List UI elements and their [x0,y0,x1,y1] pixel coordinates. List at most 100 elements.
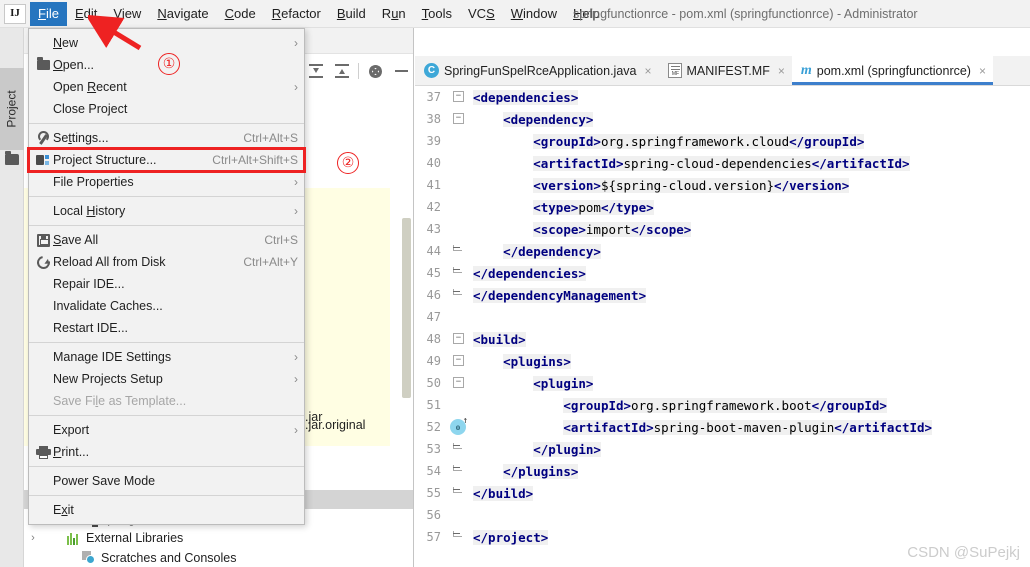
menu-item-save-all[interactable]: Save All Ctrl+S [29,229,304,251]
menu-item-power-save-mode[interactable]: Power Save Mode [29,470,304,492]
close-icon[interactable]: × [778,64,785,78]
editor-gutter[interactable]: − [445,372,473,394]
menu-bar-item-file[interactable]: File [30,1,67,26]
editor-gutter[interactable]: − [445,350,473,372]
menu-item-new[interactable]: New › [29,32,304,54]
tool-window-button-project[interactable]: Project [0,68,24,150]
editor-gutter[interactable]: − [445,108,473,130]
line-number: 48 [426,332,441,346]
project-scrollbar[interactable] [402,218,411,398]
editor-tab-manifest[interactable]: MANIFEST.MF × [658,56,792,85]
left-tool-stripe: Project [0,28,24,567]
editor-gutter[interactable] [445,306,473,328]
close-icon[interactable]: × [644,64,651,78]
menu-item-export[interactable]: Export › [29,419,304,441]
line-number: 41 [426,178,441,192]
menu-icon-placeholder [33,347,53,367]
editor-gutter[interactable] [445,460,473,482]
menu-item-settings[interactable]: Settings... Ctrl+Alt+S [29,127,304,149]
menu-bar-item-edit[interactable]: Edit [67,2,105,26]
menu-item-label: Print... [53,445,90,459]
menu-item-shortcut: Ctrl+Alt+S [243,131,298,145]
fold-collapse-icon[interactable]: − [453,91,464,102]
code-line-text: <build> [473,331,526,347]
collapse-all-icon[interactable] [329,58,355,84]
editor-gutter[interactable] [445,174,473,196]
code-line: 46 </dependencyManagement> [415,284,1030,306]
menu-item-restart-ide[interactable]: Restart IDE... [29,317,304,339]
tree-node-external-libraries[interactable]: › External Libraries [24,528,413,547]
chevron-right-icon: › [294,423,298,437]
menu-item-print[interactable]: Print... [29,441,304,463]
editor-tab-springfunspelrceapplication[interactable]: SpringFunSpelRceApplication.java × [415,56,659,85]
editor-gutter[interactable] [445,504,473,526]
line-number: 40 [426,156,441,170]
gear-icon[interactable] [362,58,388,84]
menu-item-manage-ide-settings[interactable]: Manage IDE Settings › [29,346,304,368]
menu-item-local-history[interactable]: Local History › [29,200,304,222]
menu-bar-item-refactor[interactable]: Refactor [264,2,329,26]
menu-separator [29,196,304,197]
editor-gutter[interactable] [445,284,473,306]
code-line-text: <scope>import</scope> [533,221,692,237]
editor-gutter[interactable] [445,152,473,174]
fold-end-icon[interactable] [453,443,462,449]
fold-collapse-icon[interactable]: − [453,355,464,366]
editor-gutter[interactable] [445,482,473,504]
code-line-text: </dependency> [503,243,601,259]
menu-bar-item-tools[interactable]: Tools [414,2,460,26]
editor-gutter[interactable] [445,196,473,218]
fold-end-icon[interactable] [453,289,462,295]
chevron-right-icon[interactable]: › [27,532,39,544]
menu-bar-item-vcs[interactable]: VCS [460,2,503,26]
menu-bar-item-window[interactable]: Window [503,2,565,26]
editor-gutter[interactable] [445,262,473,284]
editor-gutter[interactable]: o [445,416,473,438]
fold-collapse-icon[interactable]: − [453,377,464,388]
fold-collapse-icon[interactable]: − [453,113,464,124]
editor-gutter[interactable] [445,526,473,548]
fold-end-icon[interactable] [453,465,462,471]
code-line: 42 <type>pom</type> [415,196,1030,218]
menu-bar-item-view[interactable]: View [105,2,149,26]
menu-bar-item-run[interactable]: Run [374,2,414,26]
fold-end-icon[interactable] [453,487,462,493]
fold-end-icon[interactable] [453,531,462,537]
wrench-icon [33,128,53,148]
menu-bar-item-build[interactable]: Build [329,2,374,26]
menu-item-file-properties[interactable]: File Properties › [29,171,304,193]
editor-gutter[interactable]: − [445,328,473,350]
editor-gutter[interactable] [445,218,473,240]
menu-item-shortcut: Ctrl+Alt+Y [243,255,298,269]
menu-item-exit[interactable]: Exit [29,499,304,521]
editor-gutter[interactable] [445,130,473,152]
tree-node-scratches-and-consoles[interactable]: Scratches and Consoles [24,548,413,567]
editor-tab-pom[interactable]: m pom.xml (springfunctionrce) × [791,56,994,85]
tree-node-label: External Libraries [86,530,184,545]
editor-gutter[interactable] [445,394,473,416]
editor-gutter[interactable] [445,240,473,262]
menu-bar-item-code[interactable]: Code [217,2,264,26]
code-editor[interactable]: 37− <dependencies> 38− <dependency> 39 <gro… [415,86,1030,567]
menu-item-new-projects-setup[interactable]: New Projects Setup › [29,368,304,390]
editor-tab-strip: SpringFunSpelRceApplication.java×MANIFES… [415,56,1030,86]
menu-bar-item-navigate[interactable]: Navigate [149,2,216,26]
menu-item-reload-all-from-disk[interactable]: Reload All from Disk Ctrl+Alt+Y [29,251,304,273]
menu-item-repair-ide[interactable]: Repair IDE... [29,273,304,295]
folder-icon [33,55,53,75]
fold-end-icon[interactable] [453,245,462,251]
run-gutter-icon[interactable]: o [450,416,468,435]
menu-item-close-project[interactable]: Close Project [29,98,304,120]
menu-item-invalidate-caches[interactable]: Invalidate Caches... [29,295,304,317]
hide-icon[interactable] [388,58,414,84]
fold-end-icon[interactable] [453,267,462,273]
close-icon[interactable]: × [979,64,986,78]
expand-all-icon[interactable] [303,58,329,84]
editor-gutter[interactable] [445,438,473,460]
editor-gutter[interactable]: − [445,86,473,108]
menu-item-project-structure[interactable]: Project Structure... Ctrl+Alt+Shift+S [27,147,306,173]
menu-item-open-recent[interactable]: Open Recent › [29,76,304,98]
menu-item-label: File Properties [53,175,134,189]
fold-collapse-icon[interactable]: − [453,333,464,344]
code-line: 53 </plugin> [415,438,1030,460]
